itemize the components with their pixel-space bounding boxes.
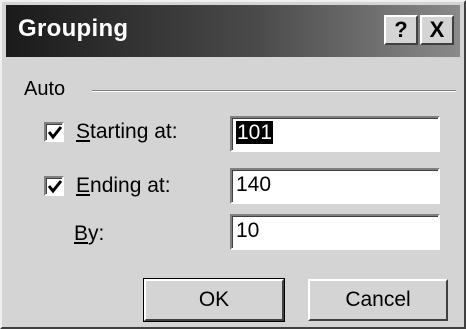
ending-at-mnemonic: E (76, 174, 91, 197)
ending-at-input[interactable]: 140 (230, 168, 440, 204)
starting-at-label: Starting at: (76, 120, 178, 144)
dialog-title: Grouping (18, 15, 129, 42)
ending-at-label: Ending at: (76, 174, 171, 198)
cancel-button[interactable]: Cancel (308, 279, 448, 321)
by-label: By: (74, 222, 104, 246)
ending-at-label-text: nding at: (90, 174, 171, 197)
by-input[interactable]: 10 (230, 214, 440, 250)
check-icon (47, 126, 63, 140)
auto-group-label: Auto (24, 78, 74, 101)
check-icon (47, 180, 63, 194)
ending-at-checkbox[interactable] (44, 176, 64, 196)
close-button[interactable]: X (420, 15, 454, 45)
starting-at-mnemonic: S (76, 120, 91, 143)
title-bar[interactable]: Grouping ? X (6, 5, 460, 57)
by-label-text: y: (88, 222, 105, 245)
starting-at-input[interactable]: 101 (230, 116, 440, 152)
help-icon: ? (394, 17, 408, 42)
close-icon: X (429, 17, 445, 42)
starting-at-checkbox[interactable] (44, 122, 64, 142)
ending-at-value: 140 (236, 173, 272, 196)
ok-button[interactable]: OK (143, 278, 285, 322)
grouping-dialog: Grouping ? X Auto Starting at: 101 Endin… (0, 0, 466, 329)
cancel-button-label: Cancel (345, 288, 411, 311)
group-divider (92, 90, 456, 92)
starting-at-value: 101 (236, 121, 274, 144)
help-button[interactable]: ? (384, 15, 418, 45)
starting-at-label-text: tarting at: (90, 120, 178, 143)
by-value: 10 (236, 219, 260, 242)
by-mnemonic: B (74, 222, 89, 245)
ok-button-label: OK (198, 288, 230, 311)
